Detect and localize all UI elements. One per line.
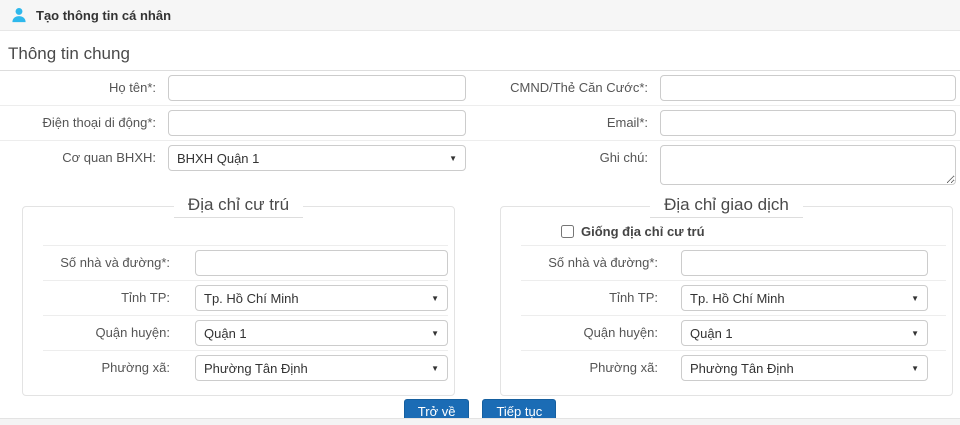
residence-province-selected-value: Tp. Hồ Chí Minh	[204, 290, 299, 306]
residence-address-title: Địa chỉ cư trú	[173, 195, 304, 218]
residence-province-label: Tỉnh TP:	[121, 290, 170, 305]
form-row: Quận huyện: Quận 1 ▼	[521, 315, 946, 350]
ho-ten-input[interactable]	[168, 75, 466, 101]
ho-ten-label: Họ tên*:	[109, 80, 156, 95]
same-address-row: Giống địa chỉ cư trú	[505, 218, 948, 245]
form-row: Quận huyện: Quận 1 ▼	[43, 315, 448, 350]
chevron-down-icon: ▼	[449, 153, 457, 163]
residence-province-select[interactable]: Tp. Hồ Chí Minh ▼	[195, 285, 448, 311]
general-section-title: Thông tin chung	[0, 31, 960, 71]
transaction-ward-select[interactable]: Phường Tân Định ▼	[681, 355, 928, 381]
page-header: Tạo thông tin cá nhân	[0, 0, 960, 31]
transaction-ward-label: Phường xã:	[589, 360, 658, 375]
form-row: Tỉnh TP: Tp. Hồ Chí Minh ▼	[521, 280, 946, 315]
chevron-down-icon: ▼	[431, 328, 439, 338]
form-row: Phường xã: Phường Tân Định ▼	[43, 350, 448, 385]
transaction-province-label: Tỉnh TP:	[609, 290, 658, 305]
form-row: Điện thoại di động*: Email*:	[0, 106, 960, 141]
chevron-down-icon: ▼	[911, 293, 919, 303]
transaction-province-selected-value: Tp. Hồ Chí Minh	[690, 290, 785, 306]
footer-strip	[0, 418, 960, 425]
transaction-district-selected-value: Quận 1	[690, 325, 733, 341]
chevron-down-icon: ▼	[911, 328, 919, 338]
transaction-street-label: Số nhà và đường*:	[548, 255, 658, 270]
cmnd-input[interactable]	[660, 75, 956, 101]
co-quan-bhxh-label: Cơ quan BHXH:	[62, 150, 156, 165]
transaction-district-label: Quận huyện:	[583, 325, 658, 340]
user-icon	[12, 7, 26, 23]
co-quan-bhxh-select[interactable]: BHXH Quận 1 ▼	[168, 145, 466, 171]
dien-thoai-input[interactable]	[168, 110, 466, 136]
residence-ward-selected-value: Phường Tân Định	[204, 360, 308, 376]
ghi-chu-label: Ghi chú:	[599, 150, 648, 165]
transaction-address-title: Địa chỉ giao dịch	[650, 195, 803, 218]
transaction-address-box: Địa chỉ giao dịch Giống địa chỉ cư trú S…	[500, 195, 953, 396]
transaction-ward-selected-value: Phường Tân Định	[690, 360, 794, 376]
chevron-down-icon: ▼	[431, 293, 439, 303]
form-row: Tỉnh TP: Tp. Hồ Chí Minh ▼	[43, 280, 448, 315]
form-row: Phường xã: Phường Tân Định ▼	[521, 350, 946, 385]
transaction-street-input[interactable]	[681, 250, 928, 276]
transaction-province-select[interactable]: Tp. Hồ Chí Minh ▼	[681, 285, 928, 311]
residence-district-selected-value: Quận 1	[204, 325, 247, 341]
same-address-checkbox[interactable]	[561, 225, 574, 238]
email-label: Email*:	[606, 115, 648, 130]
addresses: Địa chỉ cư trú Số nhà và đường*: Tỉnh TP…	[0, 195, 960, 396]
residence-address-box: Địa chỉ cư trú Số nhà và đường*: Tỉnh TP…	[22, 195, 455, 396]
page-title: Tạo thông tin cá nhân	[36, 7, 172, 23]
residence-district-label: Quận huyện:	[95, 325, 170, 340]
residence-ward-select[interactable]: Phường Tân Định ▼	[195, 355, 448, 381]
ghi-chu-textarea[interactable]	[660, 145, 956, 185]
residence-ward-label: Phường xã:	[101, 360, 170, 375]
email-input[interactable]	[660, 110, 956, 136]
cmnd-label: CMND/Thẻ Căn Cước*:	[510, 80, 648, 95]
residence-street-input[interactable]	[195, 250, 448, 276]
form-row: Cơ quan BHXH: BHXH Quận 1 ▼ Ghi chú:	[0, 141, 960, 191]
residence-district-select[interactable]: Quận 1 ▼	[195, 320, 448, 346]
form-row: Số nhà và đường*:	[521, 245, 946, 280]
chevron-down-icon: ▼	[431, 363, 439, 373]
form-row: Họ tên*: CMND/Thẻ Căn Cước*:	[0, 71, 960, 106]
chevron-down-icon: ▼	[911, 363, 919, 373]
same-address-label[interactable]: Giống địa chỉ cư trú	[581, 224, 705, 239]
co-quan-bhxh-selected-value: BHXH Quận 1	[177, 150, 260, 166]
form-row: Số nhà và đường*:	[43, 245, 448, 280]
transaction-district-select[interactable]: Quận 1 ▼	[681, 320, 928, 346]
residence-street-label: Số nhà và đường*:	[60, 255, 170, 270]
dien-thoai-label: Điện thoại di động*:	[42, 115, 156, 130]
general-form: Họ tên*: CMND/Thẻ Căn Cước*: Điện thoại …	[0, 71, 960, 191]
